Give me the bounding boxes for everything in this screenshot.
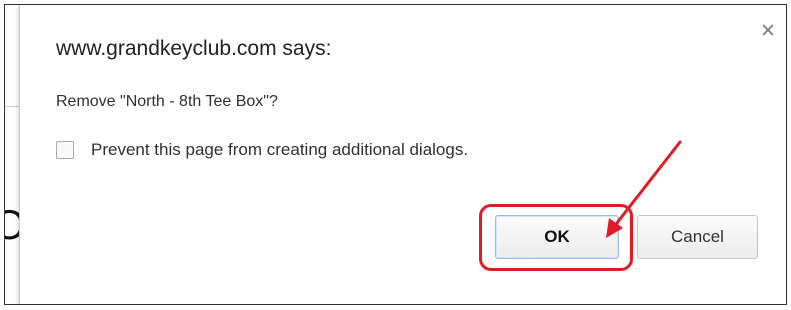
dialog-title: www.grandkeyclub.com says: bbox=[56, 37, 332, 60]
ok-button[interactable]: OK bbox=[495, 215, 619, 259]
prevent-dialogs-label: Prevent this page from creating addition… bbox=[91, 140, 469, 159]
prevent-dialogs-option[interactable]: Prevent this page from creating addition… bbox=[56, 138, 468, 162]
screenshot-frame: O www.grandkeyclub.com says: Remove "Nor… bbox=[4, 4, 787, 305]
prevent-dialogs-checkbox[interactable] bbox=[56, 141, 74, 159]
close-icon[interactable] bbox=[758, 20, 778, 40]
cancel-button[interactable]: Cancel bbox=[637, 215, 758, 259]
confirm-dialog: www.grandkeyclub.com says: Remove "North… bbox=[19, 5, 786, 304]
background-page-divider bbox=[5, 106, 19, 107]
dialog-message: Remove "North - 8th Tee Box"? bbox=[56, 93, 278, 110]
background-page-text-fragment: O bbox=[5, 203, 19, 249]
